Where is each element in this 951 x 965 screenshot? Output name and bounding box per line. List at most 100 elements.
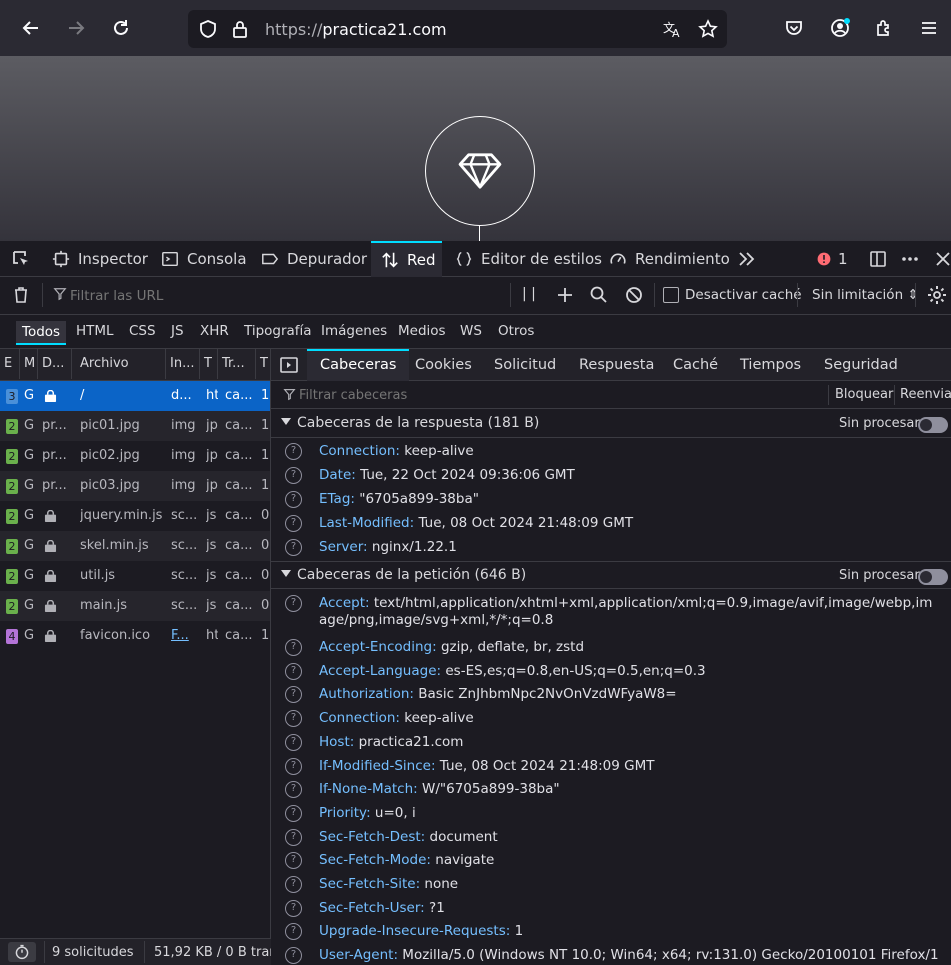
help-icon[interactable]: ? [285,710,302,728]
raw-request-toggle[interactable] [918,569,948,585]
header-text[interactable]: Authorization: Basic ZnJhbmNpc2NvOnVzdWF… [319,686,939,703]
more-tabs-chevron-icon[interactable] [733,245,761,273]
column-timing[interactable]: T [256,349,270,379]
header-text[interactable]: Sec-Fetch-User: ?1 [319,900,939,917]
extensions-icon[interactable] [870,14,898,42]
settings-gear-icon[interactable] [923,281,951,309]
header-text[interactable]: Accept: text/html,application/xhtml+xml,… [319,595,939,629]
help-icon[interactable]: ? [285,781,302,799]
header-text[interactable]: Date: Tue, 22 Oct 2024 09:36:06 GMT [319,467,939,484]
tab-timings[interactable]: Tiempos [740,349,801,381]
type-filter-xhr[interactable]: XHR [200,323,229,339]
header-text[interactable]: If-Modified-Since: Tue, 08 Oct 2024 21:4… [319,758,939,775]
account-icon[interactable] [826,14,854,42]
tab-security[interactable]: Seguridad [824,349,898,381]
help-icon[interactable]: ? [285,804,302,822]
type-filter-ws[interactable]: WS [460,323,482,339]
tab-console[interactable]: Consola [161,241,247,277]
request-row[interactable]: 2 Gskel.min.js sc... js ca... 0 [0,531,270,561]
dock-icon[interactable] [864,245,892,273]
type-filter-other[interactable]: Otros [498,323,534,339]
request-row[interactable]: 2 Gmain.js sc... js ca... 0 [0,591,270,621]
column-status[interactable]: E [0,349,20,379]
throttle-select[interactable]: Sin limitación ⇕ [812,287,919,303]
add-icon[interactable] [551,281,579,309]
type-filter-js[interactable]: JS [171,323,184,339]
block-icon[interactable] [620,281,648,309]
headers-filter-input[interactable] [299,385,799,405]
tab-cookies[interactable]: Cookies [415,349,472,381]
header-text[interactable]: Sec-Fetch-Site: none [319,876,939,893]
site-logo[interactable] [425,116,535,226]
disable-cache-checkbox[interactable] [663,287,679,303]
back-arrow-icon[interactable] [17,14,45,42]
column-initiator[interactable]: In... [166,349,200,379]
header-text[interactable]: Sec-Fetch-Mode: navigate [319,852,939,869]
help-icon[interactable]: ? [285,757,302,775]
help-icon[interactable]: ? [285,515,302,532]
request-headers-section[interactable]: Cabeceras de la petición (646 B) Sin pro… [271,561,951,589]
tab-response[interactable]: Respuesta [579,349,654,381]
tab-inspector[interactable]: Inspector [52,241,148,277]
header-text[interactable]: Upgrade-Insecure-Requests: 1 [319,923,939,940]
help-icon[interactable]: ? [285,828,302,846]
tab-request[interactable]: Solicitud [494,349,556,381]
request-row[interactable]: 4Gfavicon.ico F... ht ca... 1 [0,621,270,651]
close-icon[interactable] [929,245,951,273]
help-icon[interactable]: ? [285,876,302,893]
translate-icon[interactable]: 文A [658,15,686,43]
help-icon[interactable]: ? [285,662,302,680]
help-icon[interactable]: ? [285,443,302,460]
help-icon[interactable]: ? [285,686,302,704]
help-icon[interactable]: ? [285,491,302,508]
help-icon[interactable]: ? [285,852,302,870]
bookmark-star-icon[interactable] [694,15,722,43]
url-text[interactable]: https://practica21.com [265,20,447,39]
column-type[interactable]: T [200,349,218,379]
request-row[interactable]: 2 Gpr... pic03.jpg img jp ca... 1 [0,471,270,501]
type-filter-fonts[interactable]: Tipografía [244,323,312,339]
tab-performance[interactable]: Rendimiento [609,241,730,277]
tab-cache[interactable]: Caché [673,349,718,381]
column-domain[interactable]: D... [38,349,72,379]
header-text[interactable]: Connection: keep-alive [319,443,939,460]
header-text[interactable]: Priority: u=0, i [319,805,939,822]
header-text[interactable]: Connection: keep-alive [319,710,939,727]
disable-cache-label[interactable]: Desactivar caché [685,287,802,303]
address-bar[interactable]: https://practica21.com 文A [188,10,727,48]
block-button[interactable]: Bloquear [835,387,893,402]
tab-headers[interactable]: Cabeceras [307,349,410,381]
header-text[interactable]: Host: practica21.com [319,734,939,751]
request-row[interactable]: 2 Gpr... pic02.jpg img jp ca... 1 [0,441,270,471]
type-filter-all[interactable]: Todos [16,321,67,345]
header-text[interactable]: Last-Modified: Tue, 08 Oct 2024 21:48:09… [319,515,939,532]
type-filter-html[interactable]: HTML [76,323,114,339]
help-icon[interactable]: ? [285,539,302,556]
resend-button[interactable]: Reenviar [900,387,951,402]
shield-icon[interactable] [194,15,222,43]
search-icon[interactable] [585,281,613,309]
tab-style-editor[interactable]: Editor de estilos [455,241,602,277]
element-picker-icon[interactable] [7,245,35,273]
help-icon[interactable]: ? [285,733,302,751]
column-transferred[interactable]: Tr... [218,349,256,379]
url-filter-input[interactable] [70,285,490,307]
error-counter[interactable]: 1 [816,241,848,277]
help-icon[interactable]: ? [285,899,302,917]
request-row[interactable]: 2 Gpr... pic01.jpg img jp ca... 1 [0,411,270,441]
pocket-icon[interactable] [780,14,808,42]
header-text[interactable]: Accept-Encoding: gzip, deflate, br, zstd [319,639,939,656]
header-text[interactable]: Server: nginx/1.22.1 [319,539,939,556]
header-text[interactable]: User-Agent: Mozilla/5.0 (Windows NT 10.0… [319,947,939,965]
help-icon[interactable]: ? [285,595,302,612]
column-method[interactable]: M [20,349,38,379]
forward-arrow-icon[interactable] [62,14,90,42]
tab-network[interactable]: Red [371,241,442,277]
help-icon[interactable]: ? [285,923,302,941]
request-row[interactable]: 2 Gutil.js sc... js ca... 0 [0,561,270,591]
header-text[interactable]: Sec-Fetch-Dest: document [319,829,939,846]
header-text[interactable]: ETag: "6705a899-38ba" [319,491,939,508]
column-file[interactable]: Archivo [72,349,166,379]
performance-analysis-button[interactable] [8,942,36,962]
header-text[interactable]: Accept-Language: es-ES,es;q=0.8,en-US;q=… [319,663,939,680]
